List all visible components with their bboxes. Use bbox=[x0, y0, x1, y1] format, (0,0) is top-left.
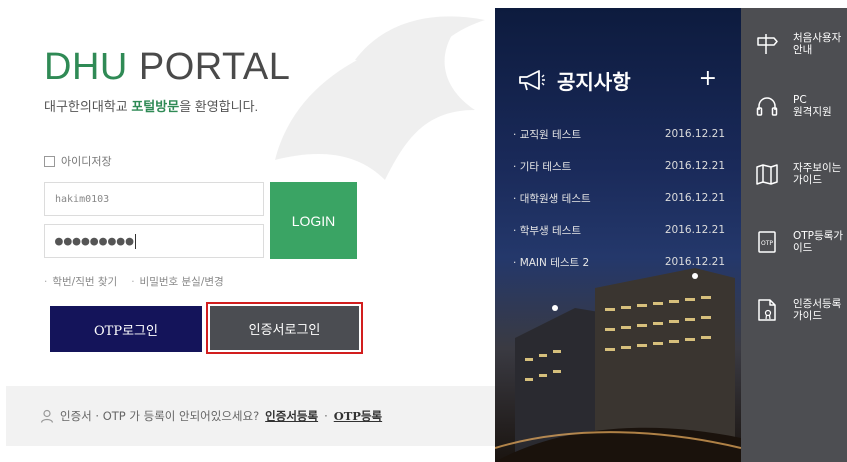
user-id-value: hakim0103 bbox=[55, 193, 110, 205]
quick-label-line2: 원격지원 bbox=[793, 106, 832, 118]
svg-text:OTP: OTP bbox=[761, 240, 773, 247]
notice-item[interactable]: 대학원생 테스트 2016.12.21 bbox=[513, 182, 725, 214]
remember-id-label: 아이디저장 bbox=[61, 155, 112, 168]
login-button[interactable]: LOGIN bbox=[270, 182, 357, 259]
user-id-input[interactable]: hakim0103 bbox=[44, 182, 264, 216]
quick-label-line1: 처음사용자 bbox=[793, 32, 842, 44]
quick-label-line2: 안내 bbox=[793, 44, 813, 56]
megaphone-icon bbox=[519, 69, 545, 90]
notice-date: 2016.12.21 bbox=[664, 224, 725, 236]
password-input[interactable]: ●●●●●●●●● bbox=[44, 224, 264, 258]
notice-item[interactable]: MAIN 테스트 2 2016.12.21 bbox=[513, 246, 725, 278]
reset-password-link[interactable]: 비밀번호 분실/변경 bbox=[131, 274, 224, 289]
text-caret bbox=[135, 233, 137, 249]
quick-faq-guide[interactable]: 자주보이는 가이드 bbox=[741, 144, 847, 204]
notice-title: 학부생 테스트 bbox=[513, 223, 581, 238]
notice-date: 2016.12.21 bbox=[664, 160, 725, 172]
otp-login-button[interactable]: OTP로그인 bbox=[50, 306, 202, 352]
portal-logo: DHU PORTAL bbox=[44, 46, 290, 89]
notice-list: 교직원 테스트 2016.12.21 기타 테스트 2016.12.21 대학원… bbox=[513, 118, 725, 278]
quick-pc-remote-support[interactable]: PC 원격지원 bbox=[741, 76, 847, 136]
notice-board-title: 공지사항 bbox=[557, 70, 631, 94]
notice-date: 2016.12.21 bbox=[664, 128, 725, 140]
registration-question: 인증서 · OTP 가 등록이 안되어있으세요? bbox=[60, 409, 260, 423]
notice-item[interactable]: 학부생 테스트 2016.12.21 bbox=[513, 214, 725, 246]
quick-label-line1: PC bbox=[793, 94, 807, 106]
quick-label-line1: 인증서등록 bbox=[793, 298, 842, 310]
quick-first-user-guide[interactable]: 처음사용자 안내 bbox=[741, 14, 847, 74]
welcome-prefix: 대구한의대학교 bbox=[44, 99, 132, 114]
book-icon bbox=[756, 164, 778, 185]
quick-label-line2: 이드 bbox=[793, 242, 813, 254]
notice-title: 대학원생 테스트 bbox=[513, 191, 591, 206]
login-page: DHU PORTAL 대구한의대학교 포털방문을 환영합니다. 아이디저장 ha… bbox=[0, 0, 847, 462]
quick-label-line1: OTP등록가 bbox=[793, 230, 843, 242]
notice-title: 교직원 테스트 bbox=[513, 127, 581, 142]
logo-dhu: DHU bbox=[44, 46, 128, 88]
link-separator: · bbox=[324, 409, 328, 423]
account-help-links: 학번/직번 찾기 비밀번호 분실/변경 bbox=[44, 274, 224, 289]
certificate-doc-icon bbox=[758, 299, 776, 321]
quick-label: 인증서등록 가이드 bbox=[793, 298, 845, 322]
campus-night-photo bbox=[495, 268, 741, 462]
notice-item[interactable]: 교직원 테스트 2016.12.21 bbox=[513, 118, 725, 150]
registration-notice: 인증서 · OTP 가 등록이 안되어있으세요? 인증서등록 · OTP등록 bbox=[6, 386, 495, 446]
welcome-highlight: 포털방문 bbox=[131, 99, 180, 114]
quick-label: 자주보이는 가이드 bbox=[793, 162, 845, 186]
quick-label-line1: 자주보이는 bbox=[793, 162, 842, 174]
otp-device-icon: OTP bbox=[758, 231, 776, 253]
dragon-watermark-icon bbox=[275, 16, 485, 180]
remember-id-option[interactable]: 아이디저장 bbox=[44, 153, 112, 169]
logo-portal: PORTAL bbox=[127, 46, 291, 88]
headset-icon bbox=[756, 97, 778, 116]
notice-date: 2016.12.21 bbox=[664, 256, 725, 268]
quick-label: PC 원격지원 bbox=[793, 94, 845, 118]
notice-date: 2016.12.21 bbox=[664, 192, 725, 204]
notice-item[interactable]: 기타 테스트 2016.12.21 bbox=[513, 150, 725, 182]
notice-title: 기타 테스트 bbox=[513, 159, 572, 174]
quick-menu: 처음사용자 안내 PC 원격지원 자주보이는 가이드 OTP OTP등록가 이드… bbox=[741, 8, 847, 462]
quick-certificate-register-guide[interactable]: 인증서등록 가이드 bbox=[741, 280, 847, 340]
find-id-link[interactable]: 학번/직번 찾기 bbox=[44, 274, 117, 289]
notice-board-header: 공지사항 bbox=[517, 66, 631, 95]
welcome-message: 대구한의대학교 포털방문을 환영합니다. bbox=[44, 96, 258, 115]
quick-otp-register-guide[interactable]: OTP OTP등록가 이드 bbox=[741, 212, 847, 272]
user-icon bbox=[40, 409, 54, 423]
quick-label-line2: 가이드 bbox=[793, 174, 822, 186]
password-value: ●●●●●●●●● bbox=[55, 233, 135, 249]
login-panel: DHU PORTAL 대구한의대학교 포털방문을 환영합니다. 아이디저장 ha… bbox=[0, 0, 495, 462]
otp-register-link[interactable]: OTP등록 bbox=[334, 408, 382, 424]
welcome-suffix: 을 환영합니다. bbox=[179, 99, 259, 114]
quick-label: OTP등록가 이드 bbox=[793, 230, 845, 254]
notice-more-button[interactable]: + bbox=[699, 66, 717, 91]
notice-title: MAIN 테스트 2 bbox=[513, 255, 590, 270]
remember-id-checkbox[interactable] bbox=[44, 155, 55, 167]
quick-label: 처음사용자 안내 bbox=[793, 32, 845, 56]
certificate-login-button[interactable]: 인증서로그인 bbox=[210, 306, 359, 350]
quick-label-line2: 가이드 bbox=[793, 310, 822, 322]
certificate-register-link[interactable]: 인증서등록 bbox=[265, 408, 318, 424]
signpost-icon bbox=[757, 34, 778, 54]
notice-board: 공지사항 + 교직원 테스트 2016.12.21 기타 테스트 2016.12… bbox=[495, 8, 741, 462]
